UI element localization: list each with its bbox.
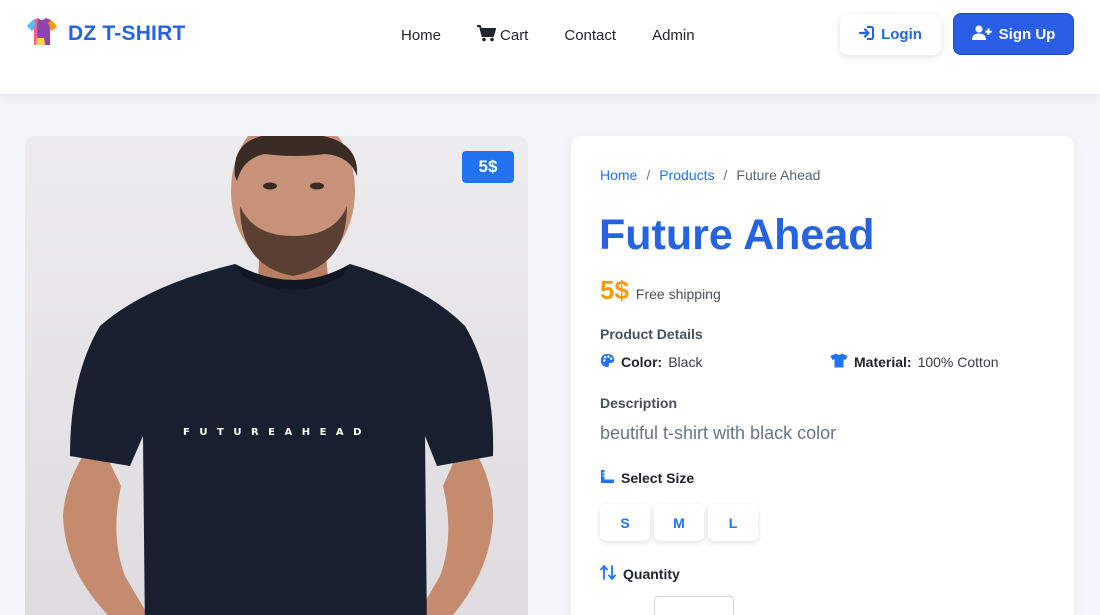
palette-icon (600, 353, 615, 371)
sign-in-icon (858, 25, 875, 44)
breadcrumb-separator: / (646, 167, 651, 183)
quantity-heading: Quantity (600, 565, 680, 583)
material-attribute: Material: 100% Cotton (830, 353, 999, 371)
sort-arrows-icon (600, 565, 617, 583)
main-nav: Home Cart Contact Admin (383, 22, 713, 48)
material-value: 100% Cotton (917, 354, 999, 370)
nav-home[interactable]: Home (383, 27, 459, 44)
quantity-input[interactable] (654, 596, 734, 615)
brand-link[interactable]: DZ T-SHIRT (24, 16, 186, 52)
top-navbar: DZ T-SHIRT Home Cart Contact Admin Login… (0, 0, 1100, 94)
signup-label: Sign Up (998, 25, 1056, 43)
nav-cart-label: Cart (500, 26, 529, 44)
nav-contact[interactable]: Contact (546, 27, 634, 44)
nav-cart[interactable]: Cart (459, 24, 546, 46)
shirt-print-text: FUTUREAHEAD (183, 427, 371, 438)
breadcrumb-home[interactable]: Home (600, 167, 637, 183)
breadcrumb-current: Future Ahead (736, 167, 821, 183)
description-text: beutiful t-shirt with black color (600, 423, 837, 443)
product-price: 5$ (600, 275, 629, 305)
color-label: Color: (621, 354, 663, 370)
description-heading: Description (600, 395, 678, 411)
product-details-card: Home / Products / Future Ahead Future Ah… (571, 136, 1074, 615)
signup-button[interactable]: Sign Up (953, 13, 1074, 55)
nav-admin[interactable]: Admin (634, 27, 713, 44)
tshirt-icon (830, 353, 848, 371)
size-options: S M L (600, 504, 762, 541)
product-image: FUTUREAHEAD (25, 136, 528, 615)
size-option-m[interactable]: M (654, 504, 704, 541)
breadcrumb: Home / Products / Future Ahead (600, 167, 820, 183)
price-badge: 5$ (462, 151, 514, 183)
tshirt-logo-icon (24, 14, 60, 55)
ruler-icon (600, 469, 615, 487)
size-option-s[interactable]: S (600, 504, 650, 541)
breadcrumb-products[interactable]: Products (659, 167, 714, 183)
user-plus-icon (971, 24, 992, 44)
shipping-info: Free shipping (635, 286, 721, 302)
material-label: Material: (854, 354, 912, 370)
brand-name: DZ T-SHIRT (68, 22, 186, 45)
select-size-heading: Select Size (600, 469, 694, 487)
login-button[interactable]: Login (840, 14, 941, 55)
breadcrumb-separator: / (723, 167, 728, 183)
quantity-label: Quantity (623, 566, 680, 582)
shopping-cart-icon (477, 24, 497, 46)
tshirt-model-photo: FUTUREAHEAD (25, 136, 528, 615)
product-details-heading: Product Details (600, 326, 703, 342)
product-title: Future Ahead (599, 211, 875, 259)
price-row: 5$ Free shipping (600, 275, 721, 306)
select-size-label: Select Size (621, 470, 695, 486)
color-attribute: Color: Black (600, 353, 702, 371)
color-value: Black (668, 354, 703, 370)
size-option-l[interactable]: L (708, 504, 758, 541)
login-label: Login (881, 26, 922, 43)
